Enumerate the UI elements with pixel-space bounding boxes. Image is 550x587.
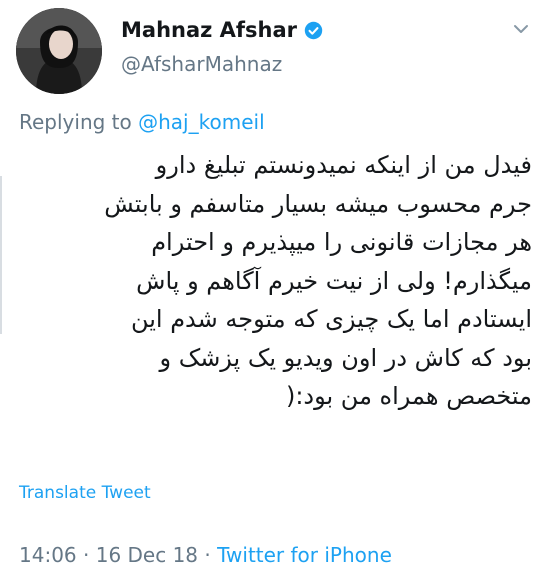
reply-to-handle-link[interactable]: @haj_komeil — [138, 110, 265, 134]
avatar[interactable] — [16, 8, 102, 94]
replying-to: Replying to @haj_komeil — [19, 110, 265, 134]
author-name[interactable]: Mahnaz Afshar — [121, 18, 297, 42]
tweet-text-line: میگذارم! ولی از نیت خیرم آگاهم و پاش — [136, 266, 532, 295]
meta-separator: · — [198, 543, 218, 567]
chevron-down-icon[interactable] — [509, 17, 533, 41]
tweet-time[interactable]: 14:06 — [19, 543, 77, 567]
tweet-text-line: هر مجازات قانونی را میپذیرم و احترام — [151, 228, 532, 256]
meta-separator: · — [76, 543, 96, 567]
tweet-text-line: فیدل من از اینکه نمیدونستم تبلیغ دارو — [155, 151, 532, 179]
translate-tweet-link[interactable]: Translate Tweet — [19, 483, 151, 503]
tweet-card: Mahnaz Afshar @AfsharMahnaz Replying to … — [0, 0, 550, 587]
tweet-text-line: بود که کاش در اون ویدیو یک پزشک و — [159, 343, 533, 372]
profile-photo-icon — [16, 8, 102, 94]
tweet-text-line: جرم محسوب میشه بسیار متاسفم و بابتش — [104, 189, 532, 218]
edge-divider — [0, 176, 2, 334]
tweet-date[interactable]: 16 Dec 18 — [96, 543, 198, 567]
verified-badge-icon — [304, 21, 323, 40]
tweet-text: فیدل من از اینکه نمیدونستم تبلیغ دارو جر… — [14, 146, 532, 416]
tweet-source-link[interactable]: Twitter for iPhone — [217, 543, 392, 567]
tweet-meta: 14:06 · 16 Dec 18 · Twitter for iPhone — [19, 543, 392, 567]
replying-to-label: Replying to — [19, 110, 132, 134]
author-handle[interactable]: @AfsharMahnaz — [121, 52, 282, 76]
author-name-row: Mahnaz Afshar — [121, 18, 323, 42]
tweet-text-line: متخصص همراه من بود:( — [285, 382, 532, 410]
tweet-text-line: ایستادم اما یک چیزی که متوجه شدم این — [130, 305, 532, 333]
